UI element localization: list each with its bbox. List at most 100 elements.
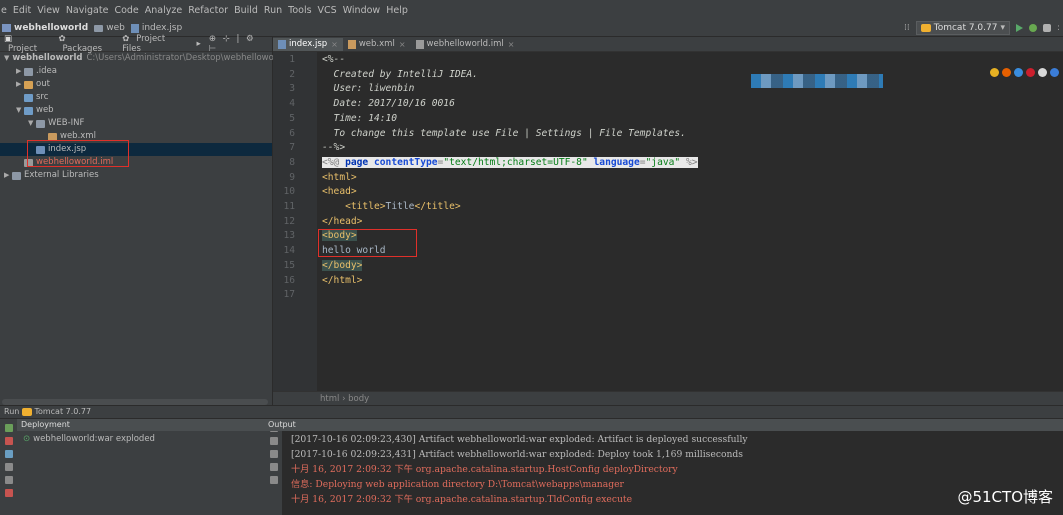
editor-tab-web-xml[interactable]: web.xml × [343,38,411,51]
run-panel-body: Deployment ⊙ webhelloworld:war exploded … [0,419,1063,515]
tree-item-out[interactable]: ▶ out [0,78,272,91]
build-icon[interactable]: ⁞⁞ [904,23,910,33]
editor-tab-label: index.jsp [289,39,328,49]
expand-icon[interactable]: ▶ [16,78,24,91]
tree-item--idea[interactable]: ▶ .idea [0,65,272,78]
soft-wrap-icon[interactable] [269,450,278,458]
expand-icon[interactable]: ▶ [16,65,24,78]
editor-tab-index-jsp[interactable]: index.jsp × [273,38,343,51]
tree-item-label: webhelloworld [12,53,83,63]
tree-item-label: out [36,79,50,89]
tab-project[interactable]: ▣ Project [0,34,54,54]
menu-item-navigate[interactable]: Navigate [63,5,112,16]
scroll-down-icon[interactable] [269,437,278,445]
close-icon[interactable] [4,489,13,497]
close-tab-icon[interactable]: × [331,38,338,51]
output-line: 十月 16, 2017 2:09:32 下午 org.apache.catali… [291,494,633,505]
folder-icon [94,24,104,32]
menu-item-e[interactable]: e [0,5,10,16]
tree-item-external-libraries[interactable]: ▶ External Libraries [0,169,272,182]
collapse-icon[interactable]: ▼ [16,104,24,117]
project-tools[interactable]: ⊕ ⊹ | ⚙ ⊢ [205,34,272,54]
edge-icon[interactable] [1050,68,1059,77]
menu-item-help[interactable]: Help [383,5,411,16]
menu-item-tools[interactable]: Tools [285,5,314,16]
menu-item-analyze[interactable]: Analyze [142,5,185,16]
tabs-overflow-icon[interactable]: ▸ [193,39,205,49]
tab-project-files[interactable]: ✿ Project Files [118,34,192,54]
expand-icon[interactable]: ▶ [4,169,12,182]
tab-packages[interactable]: ✿ Packages [54,34,118,54]
folder-icon [24,67,33,76]
layout-icon[interactable] [4,463,13,471]
debug-icon[interactable] [1029,24,1037,32]
directive-close: %> [680,156,698,168]
tree-item-web-inf[interactable]: ▼ WEB-INF [0,117,272,130]
deployment-pane: Deployment ⊙ webhelloworld:war exploded [17,419,265,515]
ie-icon[interactable] [1038,68,1047,77]
directive-attr-contenttype: contentType [374,156,438,168]
update-icon[interactable] [4,450,13,458]
tree-item-webhelloworld[interactable]: ▼ webhelloworld C:\Users\Administrator\Des… [0,52,285,65]
directive-open: <%@ [322,156,346,168]
horizontal-scrollbar[interactable] [2,399,268,405]
line-number: 14 [283,245,295,257]
file-icon [278,40,286,49]
menu-item-run[interactable]: Run [261,5,285,16]
title-open-tag: <title> [345,201,386,212]
menu-item-refactor[interactable]: Refactor [185,5,231,16]
breadcrumb-project-label: webhelloworld [14,23,89,33]
output-line: [2017-10-16 02:09:23,431] Artifact webhe… [291,449,744,460]
breadcrumb-web[interactable]: web [94,23,125,33]
tree-item-src[interactable]: src [0,91,272,104]
breadcrumb-project[interactable]: webhelloworld [2,23,88,33]
menu-item-code[interactable]: Code [111,5,141,16]
menu-item-window[interactable]: Window [340,5,383,16]
line-number: 10 [283,186,295,198]
deployed-check-icon: ⊙ [23,434,31,444]
firefox-icon[interactable] [1002,68,1011,77]
editor-tab-webhelloworld-iml[interactable]: webhelloworld.iml × [411,38,520,51]
menu-item-vcs[interactable]: VCS [315,5,340,16]
coverage-icon[interactable] [1043,24,1051,32]
output-line: 信息: Deploying web application directory … [291,479,624,490]
run-panel-header: Run Tomcat 7.0.77 [0,406,1063,418]
safari-icon[interactable] [1014,68,1023,77]
module-icon [2,24,11,32]
more-icon[interactable]: : [1057,23,1063,33]
scroll-end-icon[interactable] [269,463,278,471]
menu-item-edit[interactable]: Edit [10,5,34,16]
tree-item-label: External Libraries [24,170,99,180]
run-icon[interactable] [1016,24,1023,32]
print-icon[interactable] [269,476,278,484]
editor-breadcrumb[interactable]: html › body [273,391,1063,405]
folder-blue-icon [24,93,33,102]
line-number: 2 [289,68,295,80]
collapse-icon[interactable]: ▼ [4,52,9,65]
close-tab-icon[interactable]: × [399,38,406,51]
title-text: Title [385,201,415,212]
tree-item-web[interactable]: ▼ web [0,104,272,117]
pin-icon[interactable] [4,476,13,484]
directive-value-contenttype: "text/html;charset=UTF-8" [443,156,588,168]
deployment-item[interactable]: ⊙ webhelloworld:war exploded [17,434,265,444]
run-toolbar-left [0,419,17,515]
collapse-icon[interactable]: ▼ [28,117,36,130]
browser-icons [990,68,1059,77]
breadcrumb-web-label: web [106,23,125,33]
menu-item-view[interactable]: View [34,5,63,16]
output-pane[interactable]: Output [2017-10-16 02:09:23,430] Artifac… [265,419,1063,515]
run-config-selector[interactable]: Tomcat 7.0.77 ▾ [915,21,1010,35]
rerun-icon[interactable] [4,424,13,432]
tree-item-label: src [36,92,49,102]
output-line: 十月 16, 2017 2:09:32 下午 org.apache.catali… [291,464,678,475]
code-line-5: Time: 14:10 [322,112,398,124]
chrome-icon[interactable] [990,68,999,77]
menu-item-build[interactable]: Build [231,5,261,16]
stop-icon[interactable] [4,437,13,445]
editor-pane: index.jsp × web.xml × webhelloworld.iml × 123… [273,37,1063,405]
breadcrumb-file[interactable]: index.jsp [130,23,182,33]
output-toolbar [265,419,282,515]
close-tab-icon[interactable]: × [508,38,515,51]
opera-icon[interactable] [1026,68,1035,77]
